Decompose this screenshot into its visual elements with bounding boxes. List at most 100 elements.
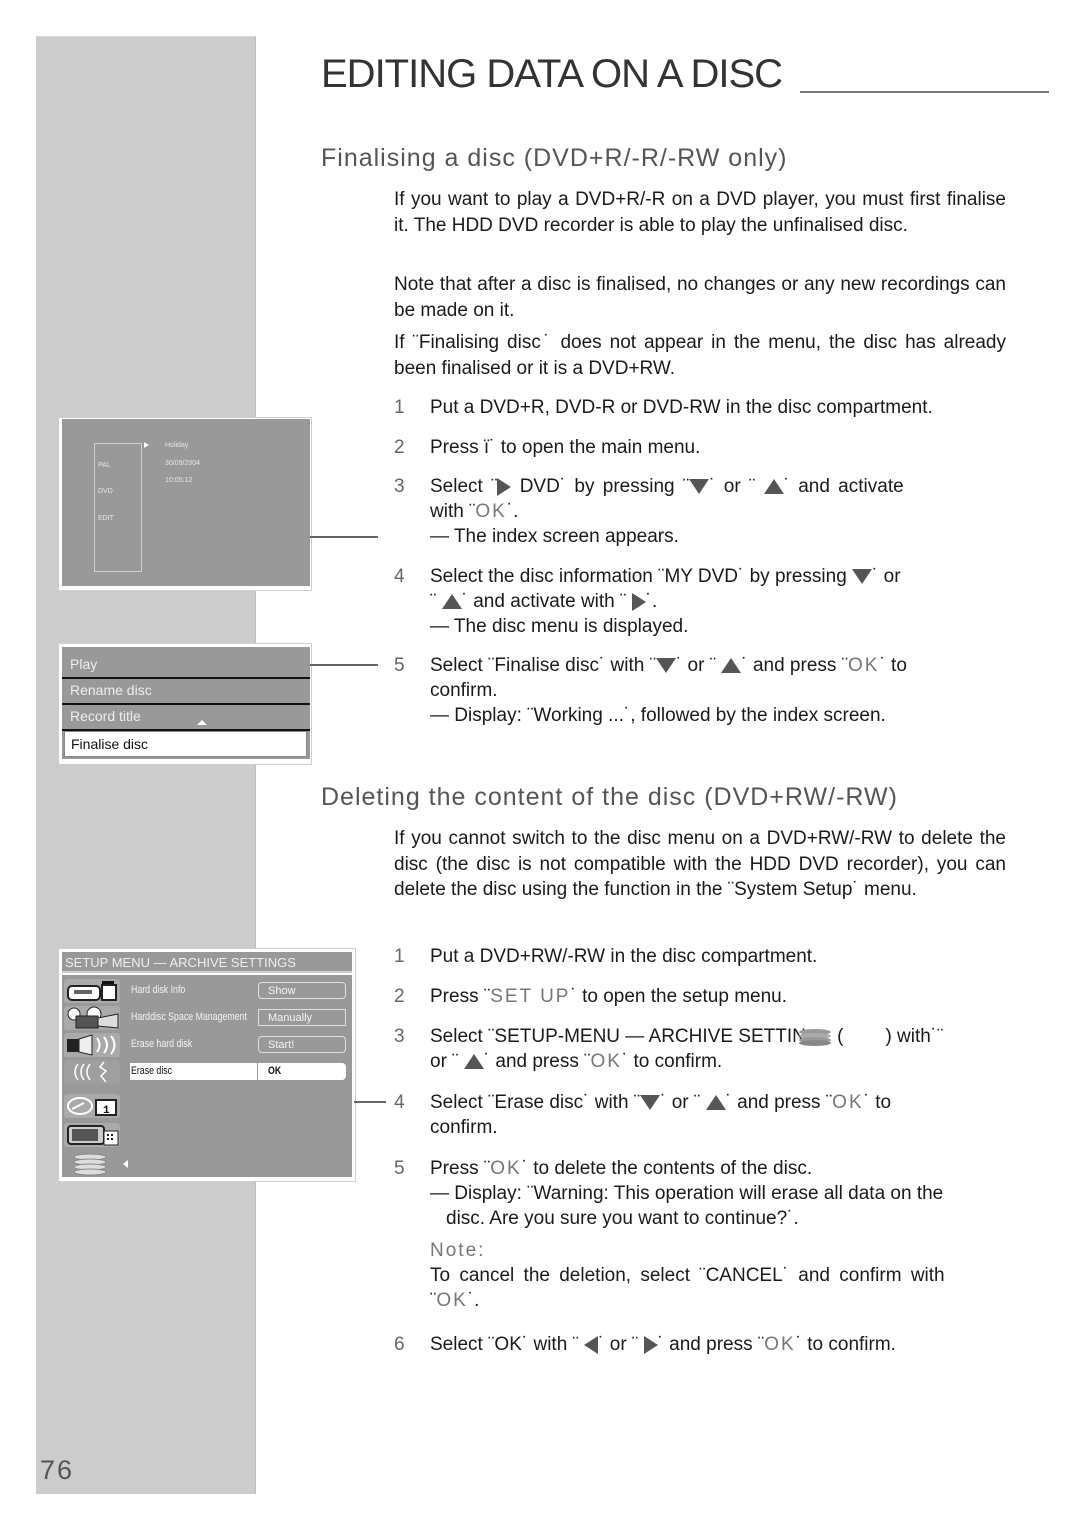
page-title: EDITING DATA ON A DISC (321, 52, 783, 96)
arrow-left-icon (584, 1335, 599, 1354)
submenu-arrow-icon (123, 1160, 128, 1168)
step-number: 2 (394, 986, 405, 1007)
step-text: ˙ to (863, 1092, 892, 1113)
callout-line (310, 536, 378, 538)
step-number: 2 (394, 437, 405, 458)
arrow-right-icon (643, 1335, 658, 1354)
step-text: ˙ and press ¨ (657, 1334, 765, 1355)
title-date: 30/09/2004 (165, 460, 201, 467)
disc-stack-icon[interactable] (64, 1152, 120, 1176)
step-text: Select ¨Finalise disc˙ with ¨ (430, 655, 656, 676)
step-text: ˙ or ¨ (660, 1092, 706, 1113)
setup-row-label: Hard disk Info (131, 984, 186, 996)
disc-menu-item-record-title[interactable]: Record title (64, 704, 307, 728)
step-text: Select ¨Erase disc˙ with ¨ (430, 1092, 641, 1113)
scroll-up-icon (197, 720, 207, 725)
step-result: — Display: ¨Warning: This operation will… (430, 1183, 944, 1204)
step-text: ¨ (430, 591, 442, 612)
index-menu-item: PAL (98, 462, 111, 469)
camcorder-icon[interactable] (64, 979, 120, 1003)
step-text: ˙. (645, 591, 658, 612)
step-text: Select the disc information ¨MY DVD˙ by … (430, 566, 853, 587)
step-text: Press ¨ (430, 986, 491, 1007)
paragraph: Note that after a disc is finalised, no … (394, 274, 1006, 321)
step-text: ˙ to confirm. (621, 1051, 723, 1072)
step-number: 5 (394, 1158, 405, 1179)
index-menu-item: EDIT (98, 515, 114, 522)
step-text: ˙ to open the setup menu. (570, 986, 788, 1007)
space-management-select[interactable]: Manually (258, 1009, 346, 1026)
sidebar-band (36, 36, 256, 1494)
page-number: 76 (40, 1455, 75, 1485)
setup-row-label-selected[interactable]: Erase disc (131, 1065, 172, 1077)
arrow-up-icon (763, 479, 784, 495)
step-result: — The index screen appears. (430, 526, 679, 547)
key-label: OK (848, 655, 880, 676)
step-text: with ¨ (430, 501, 476, 522)
arrow-up-icon (705, 1095, 726, 1111)
timer-icon[interactable]: 1 (64, 1094, 120, 1118)
setup-menu-header: SETUP MENU — ARCHIVE SETTINGS (62, 952, 352, 973)
disc-menu-item-rename[interactable]: Rename disc (64, 678, 307, 702)
key-label: SET UP (490, 986, 571, 1007)
title-name: Holiday (165, 442, 189, 449)
setup-row-label: Harddisc Space Management (131, 1011, 247, 1023)
arrow-up-icon (721, 658, 742, 674)
step-text: ( (831, 1026, 844, 1047)
disc-menu-item-play[interactable]: Play (64, 652, 307, 676)
arrow-down-icon (655, 658, 676, 674)
setup-row-label: Erase hard disk (131, 1038, 193, 1050)
index-menu-item: DVD (98, 488, 113, 495)
arrow-up-icon (441, 594, 462, 610)
title-rule (800, 91, 1049, 93)
step-text: ˙ and press ¨ (725, 1092, 833, 1113)
title-time: 10:05:12 (165, 477, 193, 484)
step-number: 4 (394, 566, 405, 587)
note-text: To cancel the deletion, select ¨CANCEL˙ … (430, 1265, 945, 1286)
key-label: OK (590, 1051, 622, 1072)
tv-icon[interactable] (64, 1123, 120, 1147)
step-text: ˙ and activate (783, 476, 904, 497)
svg-text:1: 1 (103, 1105, 110, 1117)
step-text: Put a DVD+R, DVD-R or DVD-RW in the disc… (430, 397, 933, 418)
section-heading-delete: Deleting the content of the disc (DVD+RW… (321, 783, 898, 811)
paragraph: If ¨Finalising disc˙ does not appear in … (394, 332, 1006, 379)
step-text: ˙ to delete the contents of the disc. (521, 1158, 813, 1179)
step-text: Press ¨ (430, 1158, 491, 1179)
erase-hard-disk-button[interactable]: Start! (258, 1036, 346, 1053)
key-label: OK (490, 1158, 522, 1179)
arrow-down-icon (852, 569, 873, 585)
step-text: ˙ or ¨ (709, 476, 764, 497)
key-label: ï˙ (483, 437, 496, 458)
step-result: disc. Are you sure you want to continue?… (446, 1208, 799, 1229)
arrow-right-icon (631, 592, 646, 611)
step-text: Select ¨SETUP-MENU — ARCHIVE SETTIN (430, 1026, 806, 1047)
note-text: ˙. (467, 1290, 480, 1311)
show-button[interactable]: Show (258, 982, 346, 999)
arrow-up-icon (463, 1054, 484, 1070)
step-text: ˙. (506, 501, 519, 522)
step-text: Press (430, 437, 484, 458)
disc-menu-item-finalise[interactable]: Finalise disc (64, 731, 307, 757)
step-text: ˙ to (879, 655, 907, 676)
paragraph: If you want to play a DVD+R/-R on a DVD … (394, 189, 1006, 236)
erase-disc-ok-button[interactable]: OK (268, 1065, 281, 1077)
speaker-icon[interactable] (64, 1033, 120, 1057)
play-right-icon (497, 477, 512, 496)
step-text: or ¨ (430, 1051, 464, 1072)
signal-icon[interactable] (64, 1060, 120, 1084)
step-text: ) with˙¨ (885, 1026, 944, 1047)
step-text: Put a DVD+RW/-RW in the disc compartment… (430, 946, 818, 967)
projector-icon[interactable] (64, 1006, 120, 1030)
step-text: ˙ and press ¨ (483, 1051, 591, 1072)
step-number: 3 (394, 476, 405, 497)
step-number: 3 (394, 1026, 405, 1047)
step-text: ˙ to confirm. (795, 1334, 896, 1355)
callout-line (354, 1101, 386, 1103)
step-text: to open the main menu. (495, 437, 701, 458)
key-label: OK (832, 1092, 864, 1113)
step-number: 1 (394, 946, 405, 967)
step-text: ˙ and press ¨ (741, 655, 848, 676)
step-text: Select ¨ (430, 476, 498, 497)
step-number: 5 (394, 655, 405, 676)
